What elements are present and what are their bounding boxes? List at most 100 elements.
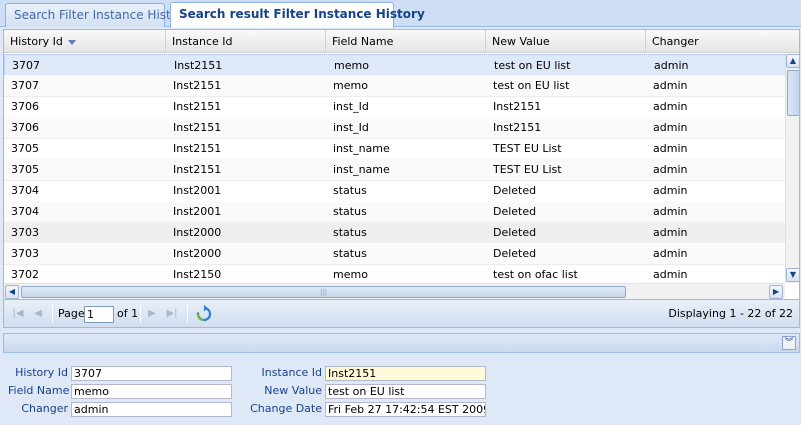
- table-cell: admin: [653, 100, 688, 113]
- table-cell: memo: [333, 268, 368, 281]
- table-row[interactable]: 3704 Inst2001 status Deleted admin: [4, 201, 785, 223]
- table-cell: admin: [653, 226, 688, 239]
- table-cell: inst_Id: [333, 121, 369, 134]
- table-cell: Inst2000: [173, 226, 222, 239]
- column-header-field-name[interactable]: Field Name: [326, 30, 486, 53]
- table-cell: 3703: [11, 247, 39, 260]
- grid-header: History Id Instance Id Field Name New Va…: [4, 30, 799, 53]
- new-value-label: New Value: [264, 384, 322, 397]
- table-cell: Inst2151: [173, 142, 222, 155]
- grip-icon: |||: [319, 288, 328, 296]
- last-page-icon[interactable]: ▶|: [164, 306, 180, 322]
- scroll-down-arrow-icon[interactable]: ▼: [786, 268, 799, 282]
- table-cell: Inst2151: [173, 163, 222, 176]
- table-cell: Inst2000: [173, 247, 222, 260]
- field-name-field[interactable]: memo: [71, 384, 232, 399]
- instance-id-field[interactable]: Inst2151: [325, 366, 486, 381]
- table-cell: admin: [653, 205, 688, 218]
- table-cell: admin: [653, 121, 688, 134]
- next-page-icon[interactable]: ▶: [144, 306, 160, 322]
- table-cell: Deleted: [493, 247, 537, 260]
- table-cell: 3705: [11, 142, 39, 155]
- table-cell: test on ofac list: [493, 268, 578, 281]
- column-label: Field Name: [332, 35, 394, 48]
- table-cell: Inst2151: [174, 59, 223, 72]
- collapse-down-icon[interactable]: ︾: [782, 336, 796, 350]
- horizontal-scrollbar[interactable]: ◀ ||| ▶: [4, 283, 785, 299]
- changer-field[interactable]: admin: [71, 402, 232, 417]
- table-cell: status: [333, 205, 367, 218]
- table-cell: 3704: [11, 205, 39, 218]
- horizontal-scroll-thumb[interactable]: |||: [21, 286, 626, 298]
- table-cell: admin: [653, 184, 688, 197]
- history-id-field[interactable]: 3707: [71, 366, 232, 381]
- table-cell: TEST EU List: [493, 163, 562, 176]
- tab-strip: Search Filter Instance History Search re…: [0, 0, 801, 28]
- sort-desc-icon: [67, 39, 76, 45]
- page-count-label: of 1: [117, 307, 139, 320]
- table-row[interactable]: 3707 Inst2151 memo test on EU list admin: [4, 54, 785, 77]
- field-name-label: Field Name: [8, 384, 70, 397]
- vertical-scroll-thumb[interactable]: [787, 70, 799, 116]
- table-cell: memo: [334, 59, 369, 72]
- column-label: Changer: [652, 35, 699, 48]
- table-cell: TEST EU List: [493, 142, 562, 155]
- vertical-scrollbar[interactable]: ▲ ▼: [785, 54, 799, 283]
- scroll-right-arrow-icon[interactable]: ▶: [769, 285, 783, 299]
- table-row[interactable]: 3706 Inst2151 inst_Id Inst2151 admin: [4, 96, 785, 118]
- table-row[interactable]: 3703 Inst2000 status Deleted admin: [4, 222, 785, 244]
- table-cell: admin: [653, 79, 688, 92]
- refresh-icon[interactable]: [195, 305, 213, 323]
- column-label: Instance Id: [172, 35, 233, 48]
- history-id-label: History Id: [15, 366, 68, 379]
- scroll-left-arrow-icon[interactable]: ◀: [5, 285, 19, 299]
- table-cell: Inst2001: [173, 205, 222, 218]
- column-header-history-id[interactable]: History Id: [4, 30, 166, 53]
- table-cell: 3702: [11, 268, 39, 281]
- table-cell: Deleted: [493, 205, 537, 218]
- column-label: New Value: [492, 35, 550, 48]
- table-cell: status: [333, 184, 367, 197]
- change-date-label: Change Date: [250, 402, 322, 415]
- table-cell: Inst2001: [173, 184, 222, 197]
- table-row[interactable]: 3706 Inst2151 inst_Id Inst2151 admin: [4, 117, 785, 139]
- table-cell: Inst2151: [173, 121, 222, 134]
- new-value-field[interactable]: test on EU list: [325, 384, 486, 399]
- table-cell: test on EU list: [493, 79, 570, 92]
- column-header-changer[interactable]: Changer: [646, 30, 799, 53]
- tab-search-result[interactable]: Search result Filter Instance History: [170, 2, 425, 28]
- grid-body: 3707 Inst2151 memo test on EU list admin 3707…: [4, 54, 785, 283]
- table-row[interactable]: 3703 Inst2000 status Deleted admin: [4, 243, 785, 265]
- paging-toolbar: |◀ ◀ Page of 1 ▶ ▶| Displaying 1 - 22 of…: [3, 300, 800, 328]
- column-header-instance-id[interactable]: Instance Id: [166, 30, 326, 53]
- displaying-count: Displaying 1 - 22 of 22: [668, 307, 793, 320]
- page-number-input[interactable]: [84, 306, 114, 323]
- table-row[interactable]: 3702 Inst2150 memo test on ofac list admin: [4, 264, 785, 283]
- history-grid: History Id Instance Id Field Name New Va…: [3, 29, 800, 300]
- change-date-field[interactable]: Fri Feb 27 17:42:54 EST 2009: [325, 402, 486, 417]
- table-cell: inst_name: [333, 142, 390, 155]
- table-cell: 3707: [12, 59, 40, 72]
- table-cell: Inst2151: [493, 121, 542, 134]
- scroll-up-arrow-icon[interactable]: ▲: [786, 54, 799, 68]
- table-cell: Deleted: [493, 226, 537, 239]
- table-cell: Inst2151: [493, 100, 542, 113]
- column-header-new-value[interactable]: New Value: [486, 30, 646, 53]
- first-page-icon[interactable]: |◀: [10, 306, 26, 322]
- table-row[interactable]: 3705 Inst2151 inst_name TEST EU List admin: [4, 159, 785, 181]
- detail-panel-header: ︾: [3, 333, 800, 353]
- toolbar-separator: [187, 305, 188, 323]
- table-row[interactable]: 3705 Inst2151 inst_name TEST EU List admin: [4, 138, 785, 160]
- tab-search-filter[interactable]: Search Filter Instance History: [5, 3, 190, 27]
- prev-page-icon[interactable]: ◀: [30, 306, 46, 322]
- table-cell: status: [333, 226, 367, 239]
- table-row[interactable]: 3707 Inst2151 memo test on EU list admin: [4, 75, 785, 97]
- table-cell: memo: [333, 79, 368, 92]
- table-cell: 3707: [11, 79, 39, 92]
- table-cell: Inst2150: [173, 268, 222, 281]
- table-row[interactable]: 3704 Inst2001 status Deleted admin: [4, 180, 785, 202]
- table-cell: test on EU list: [494, 59, 571, 72]
- table-cell: 3706: [11, 121, 39, 134]
- table-cell: status: [333, 247, 367, 260]
- table-cell: Deleted: [493, 184, 537, 197]
